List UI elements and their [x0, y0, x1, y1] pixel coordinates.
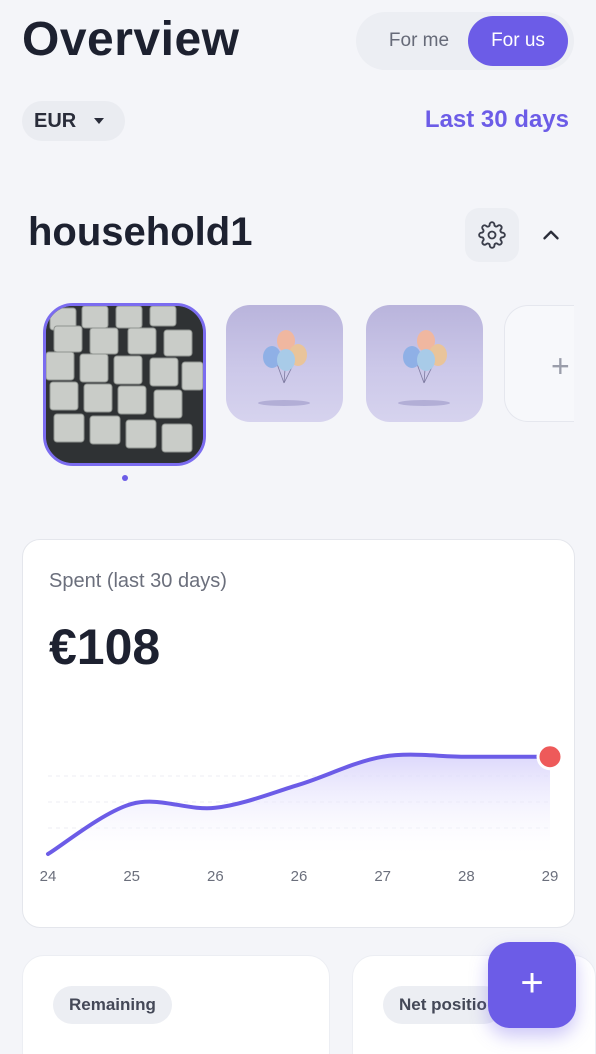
currency-value: EUR	[34, 110, 77, 132]
chevron-up-icon[interactable]	[538, 222, 564, 248]
toggle-for-me[interactable]: For me	[364, 16, 474, 66]
x-tick-label: 25	[123, 868, 140, 885]
plus-icon: +	[551, 348, 570, 384]
household-photo-balloons[interactable]	[226, 305, 343, 422]
x-tick-label: 28	[458, 868, 475, 885]
caret-down-icon	[94, 118, 104, 124]
add-button[interactable]: +	[488, 942, 576, 1028]
household-photo-balloons[interactable]	[366, 305, 483, 422]
currency-dropdown[interactable]: EUR	[22, 101, 125, 141]
gear-icon	[478, 221, 506, 249]
audience-toggle: For me For us	[356, 12, 574, 70]
spent-chart: 24 25 26 26 27 28 29	[40, 743, 564, 885]
period-selector[interactable]: Last 30 days	[425, 106, 569, 134]
x-tick-label: 27	[374, 868, 391, 885]
household-photo-keyboard[interactable]	[43, 303, 206, 466]
toggle-for-us[interactable]: For us	[468, 16, 568, 66]
add-photo-button[interactable]: +	[504, 305, 574, 422]
net-position-label: Net positio	[383, 986, 503, 1024]
keyboard-image	[46, 306, 203, 463]
balloons-image	[258, 330, 310, 406]
x-tick-label: 24	[40, 868, 57, 885]
spent-card: Spent (last 30 days) €108 24 25 26 26 27 28 29	[22, 539, 575, 928]
household-name: household1	[28, 210, 253, 254]
carousel-indicator	[122, 475, 128, 481]
x-tick-label: 26	[207, 868, 224, 885]
remaining-card[interactable]: Remaining	[22, 955, 330, 1054]
chart-end-marker	[536, 743, 564, 771]
household-settings-button[interactable]	[465, 208, 519, 262]
page-title: Overview	[22, 13, 240, 66]
x-tick-label: 29	[542, 868, 559, 885]
balloons-image	[398, 330, 450, 406]
x-tick-label: 26	[291, 868, 308, 885]
plus-icon: +	[520, 961, 544, 1005]
chart-area	[48, 754, 550, 854]
remaining-label: Remaining	[53, 986, 172, 1024]
